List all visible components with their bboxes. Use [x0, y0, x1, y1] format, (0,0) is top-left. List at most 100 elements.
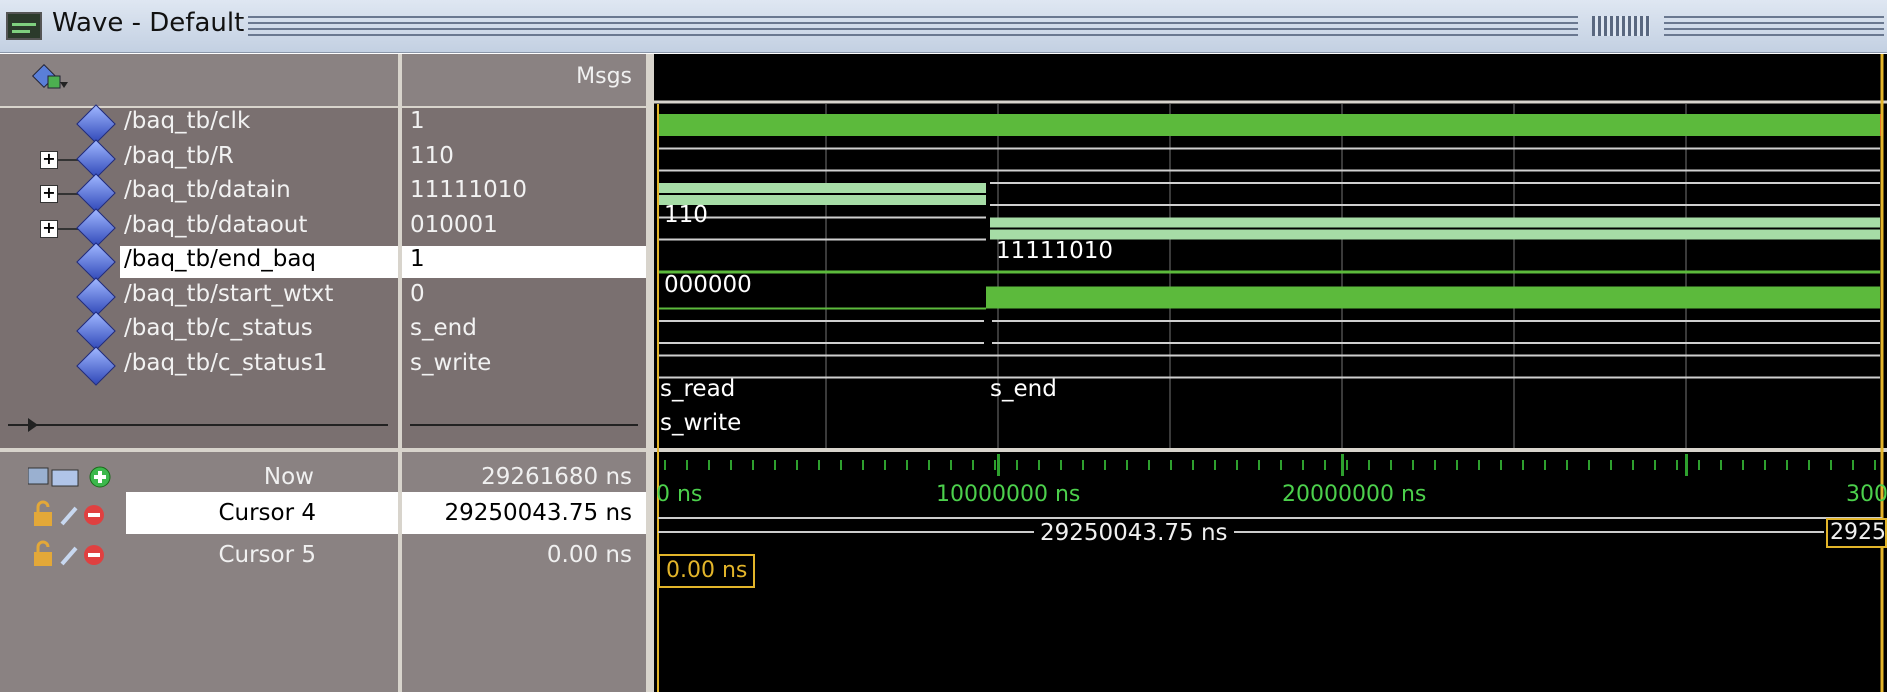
cursor5-tag[interactable]: 0.00 ns — [658, 554, 756, 588]
signal-name[interactable]: /baq_tb/R — [124, 143, 234, 169]
value-list-end-line — [410, 424, 638, 426]
wave-label-c-status-b: s_end — [990, 376, 1057, 402]
timeline-minor-tick — [1698, 460, 1700, 470]
signal-name[interactable]: /baq_tb/datain — [124, 177, 291, 203]
wave-tool-dropdown-icon[interactable] — [28, 62, 68, 96]
wave-window-icon — [6, 12, 42, 40]
signal-name[interactable]: /baq_tb/clk — [124, 108, 250, 134]
timeline-minor-tick — [1500, 460, 1502, 470]
signal-name-pane: /baq_tb/clk + /baq_tb/R + /baq_tb/datain + /ba… — [0, 54, 398, 692]
timeline-label-3: 300 — [1846, 482, 1887, 507]
signal-value: s_write — [410, 349, 492, 376]
cursor4-label: Cursor 4 — [218, 500, 316, 526]
insertion-marker-icon — [28, 418, 38, 432]
timeline-minor-tick — [664, 460, 666, 470]
timeline-minor-tick — [1214, 460, 1216, 470]
titlebar-grip-line — [1664, 22, 1884, 24]
signal-diamond-icon — [76, 104, 116, 144]
signal-value: 11111010 — [410, 177, 528, 203]
expand-toggle-icon[interactable]: + — [40, 185, 58, 203]
timeline-minor-tick — [1258, 460, 1260, 470]
timeline-minor-tick — [972, 460, 974, 470]
cursor4-lock-icon[interactable] — [32, 500, 112, 530]
waveform-canvas[interactable] — [654, 54, 1887, 692]
titlebar-grip-line — [248, 28, 1578, 30]
timeline-minor-tick — [1280, 460, 1282, 470]
wave-splitter[interactable] — [646, 54, 654, 692]
timeline-minor-tick — [1808, 460, 1810, 470]
signal-name[interactable]: /baq_tb/c_status — [124, 315, 313, 341]
titlebar-grip-line — [1664, 16, 1884, 18]
timeline-minor-tick — [730, 460, 732, 470]
window-titlebar[interactable]: Wave - Default — [0, 0, 1887, 53]
timeline-minor-tick — [774, 460, 776, 470]
cursor5-lock-icon[interactable] — [32, 540, 112, 570]
signal-value: 010001 — [410, 211, 498, 238]
timeline-minor-tick — [928, 460, 930, 470]
signal-name[interactable]: /baq_tb/start_wtxt — [124, 281, 333, 307]
signal-value: s_end — [410, 315, 477, 341]
timeline-minor-tick — [1324, 460, 1326, 470]
timeline-label-0: 0 ns — [656, 482, 703, 507]
c-status1-bus — [658, 354, 1880, 379]
cursor4-tag[interactable]: 2925004 — [1826, 518, 1887, 548]
timeline-minor-tick — [686, 460, 688, 470]
timeline-minor-tick — [884, 460, 886, 470]
now-toolbar-icons[interactable] — [28, 462, 118, 492]
timeline-minor-tick — [1588, 460, 1590, 470]
timeline-minor-tick — [1192, 460, 1194, 470]
timeline-minor-tick — [708, 460, 710, 470]
wave-grid — [825, 104, 1687, 448]
timeline-minor-tick — [1016, 460, 1018, 470]
signal-value: 1 — [410, 108, 425, 134]
cursor4-value: 29250043.75 ns — [444, 500, 632, 526]
wave-label-R: 110 — [664, 202, 708, 228]
signal-name[interactable]: /baq_tb/c_status1 — [124, 350, 327, 376]
expand-toggle-icon[interactable]: + — [40, 219, 58, 238]
titlebar-grip-line — [248, 16, 1578, 18]
wave-label-dataout: 000000 — [664, 272, 752, 298]
titlebar-grip-line — [248, 22, 1578, 24]
timeline-minor-tick — [1676, 460, 1678, 470]
expand-toggle-icon[interactable]: + — [40, 150, 58, 169]
timeline-label-2: 20000000 ns — [1282, 482, 1427, 507]
timeline-minor-tick — [1148, 460, 1150, 470]
signal-name[interactable]: /baq_tb/dataout — [124, 212, 307, 238]
timeline-minor-tick — [1654, 460, 1656, 470]
timeline-minor-tick — [1764, 460, 1766, 470]
cursor-delta-readout: 29250043.75 ns — [1034, 520, 1234, 546]
timeline-minor-tick — [994, 460, 996, 470]
msgs-header-label: Msgs — [576, 64, 632, 89]
now-label: Now — [263, 464, 314, 490]
timeline-major-tick — [997, 454, 1000, 476]
wave-label-datain: 11111010 — [996, 238, 1114, 264]
signal-name[interactable]: /baq_tb/end_baq — [124, 246, 316, 272]
window-title: Wave - Default — [52, 8, 245, 38]
timeline-major-tick — [1685, 454, 1688, 476]
timeline-minor-tick — [840, 460, 842, 470]
timeline-minor-tick — [1390, 460, 1392, 470]
selected-value-row[interactable] — [402, 246, 646, 278]
wave-label-c-status1: s_write — [660, 410, 742, 436]
signal-diamond-icon — [76, 242, 116, 282]
titlebar-grip-line — [1664, 34, 1884, 36]
timeline-minor-tick — [1126, 460, 1128, 470]
now-value: 29261680 ns — [481, 464, 632, 490]
timeline-minor-tick — [1346, 460, 1348, 470]
timeline-label-1: 10000000 ns — [936, 482, 1081, 507]
c-status-bus — [658, 320, 1880, 344]
cursor5-label: Cursor 5 — [218, 542, 316, 568]
timeline-minor-tick — [1060, 460, 1062, 470]
name-pane-header — [0, 54, 398, 108]
titlebar-grip-line — [248, 34, 1578, 36]
timeline-minor-tick — [1478, 460, 1480, 470]
timeline-minor-tick — [1170, 460, 1172, 470]
timeline-minor-tick — [796, 460, 798, 470]
wave-traces — [658, 114, 1883, 379]
waveform-pane[interactable]: 110 11111010 000000 s_read s_end s_write… — [654, 54, 1887, 692]
timeline-minor-tick — [1104, 460, 1106, 470]
timeline-minor-tick — [862, 460, 864, 470]
titlebar-dock-handle[interactable] — [1592, 16, 1650, 36]
signal-value: 1 — [410, 246, 425, 272]
timeline-minor-tick — [1434, 460, 1436, 470]
